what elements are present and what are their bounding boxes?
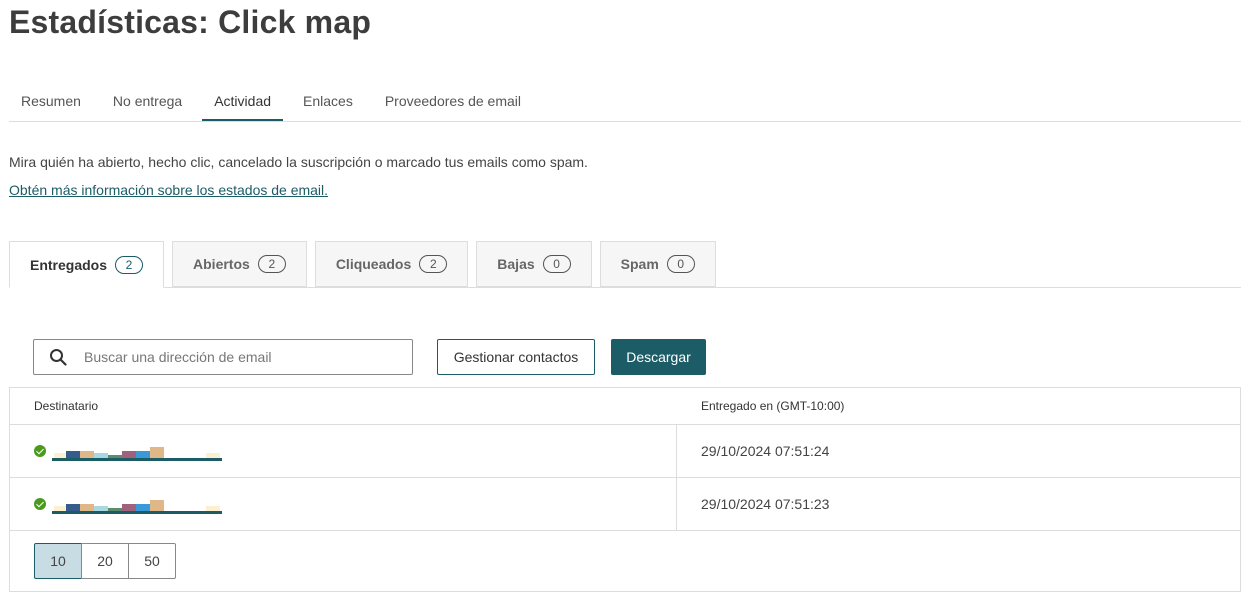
status-tab-spam[interactable]: Spam 0	[599, 241, 716, 287]
page-size-10[interactable]: 10	[34, 543, 82, 579]
count-badge: 2	[257, 255, 286, 273]
status-tabs: Entregados 2 Abiertos 2 Cliqueados 2 Baj…	[9, 241, 1241, 288]
activity-nav-tabs: Resumen No entrega Actividad Enlaces Pro…	[9, 83, 1241, 122]
redacted-email	[52, 445, 224, 461]
delivered-date: 29/10/2024 07:51:24	[701, 443, 830, 459]
count-badge: 0	[666, 255, 695, 273]
recipient-cell	[10, 425, 677, 477]
delivered-date: 29/10/2024 07:51:23	[701, 496, 830, 512]
status-tab-cliqueados[interactable]: Cliqueados 2	[314, 241, 469, 287]
page-size-20[interactable]: 20	[81, 543, 129, 579]
tab-actividad[interactable]: Actividad	[202, 83, 284, 121]
download-button[interactable]: Descargar	[611, 339, 706, 375]
check-circle-icon	[34, 445, 46, 457]
table-row[interactable]: 29/10/2024 07:51:24	[10, 425, 1240, 478]
status-tab-label: Abiertos	[193, 256, 250, 272]
search-box	[33, 339, 413, 375]
page-title: Estadísticas: Click map	[9, 4, 372, 40]
status-tab-abiertos[interactable]: Abiertos 2	[172, 241, 307, 287]
column-header-delivered-at: Entregado en (GMT-10:00)	[701, 399, 845, 413]
page-size-selector: 10 20 50	[34, 543, 176, 579]
status-tab-label: Spam	[620, 256, 659, 272]
column-header-recipient: Destinatario	[34, 399, 99, 413]
status-tab-entregados[interactable]: Entregados 2	[9, 241, 165, 288]
count-badge: 2	[419, 255, 448, 273]
recipient-cell	[10, 478, 677, 530]
search-input[interactable]	[82, 348, 406, 366]
tab-no-entrega[interactable]: No entrega	[101, 83, 194, 121]
tab-resumen[interactable]: Resumen	[9, 83, 93, 121]
page-size-50[interactable]: 50	[128, 543, 176, 579]
email-status-info-link[interactable]: Obtén más información sobre los estados …	[9, 182, 328, 198]
recipients-table: Destinatario Entregado en (GMT-10:00) 29…	[9, 387, 1241, 592]
table-header: Destinatario Entregado en (GMT-10:00)	[10, 388, 1240, 425]
intro-text: Mira quién ha abierto, hecho clic, cance…	[9, 154, 588, 170]
status-tab-label: Entregados	[30, 256, 108, 273]
check-circle-icon	[34, 498, 46, 510]
tab-proveedores[interactable]: Proveedores de email	[373, 83, 533, 121]
manage-contacts-button[interactable]: Gestionar contactos	[437, 339, 595, 375]
status-tab-label: Bajas	[497, 256, 535, 272]
table-row[interactable]: 29/10/2024 07:51:23	[10, 478, 1240, 531]
tab-enlaces[interactable]: Enlaces	[291, 83, 365, 121]
count-badge: 0	[542, 255, 571, 273]
redacted-email	[52, 498, 224, 514]
count-badge: 2	[115, 255, 144, 274]
search-icon	[34, 348, 82, 366]
status-tab-bajas[interactable]: Bajas 0	[476, 241, 592, 287]
status-tab-label: Cliqueados	[335, 256, 412, 272]
